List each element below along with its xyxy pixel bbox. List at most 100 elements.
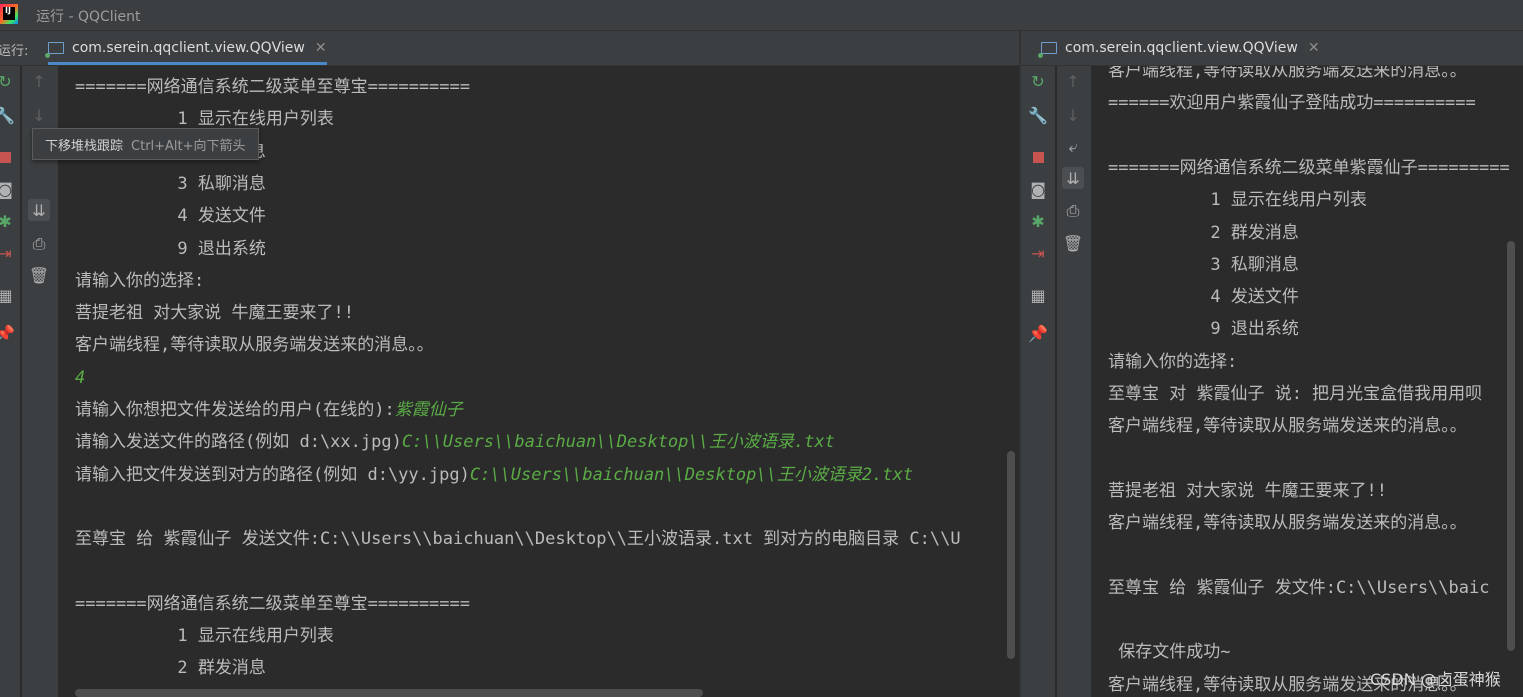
active-tab-indicator [48, 62, 327, 65]
console-line: 3 私聊消息 [75, 172, 266, 196]
up-arrow-icon[interactable]: ↑ [1062, 70, 1084, 92]
console-output-right[interactable]: 客户端线程,等待读取从服务端发送来的消息。。 ======欢迎用户紫霞仙子登陆成功… [1091, 66, 1523, 697]
pin-icon[interactable]: 📌 [0, 322, 16, 344]
user-input-text: C:\\Users\\baichuan\\Desktop\\王小波语录2.txt [469, 464, 914, 485]
camera-icon[interactable]: ◙ [1027, 178, 1049, 200]
user-input-text: 紫霞仙子 [394, 400, 463, 420]
console-line: 至尊宝 给 紫霞仙子 发文件:C:\\Users\\baic [1108, 576, 1489, 600]
user-input-text: 4 [75, 367, 86, 388]
console-line-text: 请输入你的选择: [75, 270, 205, 291]
run-tab-bar: com.serein.qqclient.view.QQView ✕ [1021, 31, 1523, 66]
stop-icon[interactable] [1027, 146, 1049, 168]
console-line-text: 2 群发消息 [75, 658, 266, 679]
settings-wrench-icon[interactable]: 🔧 [1027, 104, 1049, 126]
console-line: 9 退出系统 [75, 237, 266, 261]
stop-icon[interactable] [0, 146, 16, 168]
console-line: 菩提老祖 对大家说 牛魔王要来了!! [1108, 479, 1387, 503]
print-icon[interactable]: ⎙ [1062, 200, 1084, 222]
window-title: 运行 - QQClient [36, 9, 141, 25]
console-line-text: 1 显示在线用户列表 [75, 626, 334, 647]
console-line-text: 3 私聊消息 [75, 173, 266, 194]
console-line: 1 显示在线用户列表 [75, 624, 334, 648]
console-line: 客户端线程,等待读取从服务端发送来的消息。。 [1108, 511, 1467, 535]
console-line-text: 菩提老祖 对大家说 牛魔王要来了!! [1108, 480, 1387, 501]
close-tab-icon[interactable]: ✕ [1308, 40, 1320, 56]
scroll-to-end-icon[interactable]: ⇊ [1062, 167, 1084, 189]
run-tab-bar: 运行: com.serein.qqclient.view.QQView ✕ [0, 31, 1019, 66]
console-line-text: 请输入你想把文件发送给的用户(在线的): [75, 400, 395, 420]
console-line-text: 1 显示在线用户列表 [75, 109, 334, 130]
camera-icon[interactable]: ◙ [0, 178, 16, 200]
tab-label: com.serein.qqclient.view.QQView [1065, 40, 1298, 56]
console-line: 保存文件成功~ [1108, 640, 1230, 664]
print-icon[interactable]: ⎙ [28, 233, 50, 255]
console-line-text: ======欢迎用户紫霞仙子登陆成功========== [1108, 93, 1476, 114]
console-output-left[interactable]: =======网络通信系统二级菜单至尊宝========== 1 显示在线用户列… [58, 66, 1019, 697]
console-line-text: 请输入你的选择: [1108, 351, 1238, 372]
run-toolbar: ↻ 🔧 ◙ ✱ ⇥ ▦ 📌 [0, 66, 20, 697]
down-arrow-icon[interactable]: ↓ [1062, 104, 1084, 126]
settings-wrench-icon[interactable]: 🔧 [0, 104, 16, 126]
console-line: 2 群发消息 [1108, 221, 1299, 245]
console-line-text: 4 发送文件 [1108, 287, 1299, 308]
run-tab-qqview[interactable]: com.serein.qqclient.view.QQView ✕ [1038, 31, 1320, 65]
console-toolbar: ↑ ↓ ⇊ ⎙ 🗑 [22, 66, 58, 697]
layout-icon[interactable]: ▦ [0, 284, 16, 306]
login-exit-icon[interactable]: ⇥ [0, 242, 16, 264]
console-line-text: 菩提老祖 对大家说 牛魔王要来了!! [75, 303, 354, 324]
intellij-logo-icon: IJ [0, 4, 18, 24]
close-tab-icon[interactable]: ✕ [315, 40, 327, 56]
console-line-text: 9 退出系统 [75, 238, 266, 259]
run-label: 运行: [0, 44, 29, 59]
down-arrow-icon[interactable]: ↓ [28, 104, 50, 126]
rerun-icon[interactable]: ↻ [0, 70, 16, 92]
soft-wrap-icon[interactable]: ⤶ [1062, 136, 1084, 158]
pin-icon[interactable]: 📌 [1027, 322, 1049, 344]
scroll-to-end-icon[interactable]: ⇊ [28, 199, 50, 221]
console-line-text: 客户端线程,等待读取从服务端发送来的消息。。 [1108, 416, 1467, 437]
console-line-text: 请输入把文件发送到对方的路径(例如 d:\yy.jpg) [75, 464, 470, 485]
console-line: 客户端线程,等待读取从服务端发送来的消息。。 [1108, 414, 1467, 438]
console-line: 3 私聊消息 [1108, 253, 1298, 277]
console-line-text: 至尊宝 给 紫霞仙子 发送文件:C:\\Users\\baichuan\\Des… [75, 529, 961, 550]
console-line: 请输入你想把文件发送给的用户(在线的):紫霞仙子 [75, 398, 463, 422]
console-line-text: 1 显示在线用户列表 [1108, 190, 1367, 211]
trash-icon[interactable]: 🗑 [28, 264, 50, 286]
console-line-text: 客户端线程,等待读取从服务端发送来的消息。。 [75, 335, 434, 356]
tooltip-shortcut: Ctrl+Alt+向下箭头 [131, 138, 246, 154]
debug-bug-icon[interactable]: ✱ [1027, 210, 1049, 232]
run-tab-qqview[interactable]: com.serein.qqclient.view.QQView ✕ [45, 31, 327, 65]
console-line-text: 客户端线程,等待读取从服务端发送来的消息。。 [1108, 66, 1467, 81]
tooltip-label: 下移堆栈跟踪 [45, 138, 124, 154]
up-arrow-icon[interactable]: ↑ [28, 70, 50, 92]
debug-bug-icon[interactable]: ✱ [0, 210, 16, 232]
horizontal-scrollbar[interactable] [75, 689, 703, 697]
console-line: 请输入发送文件的路径(例如 d:\xx.jpg)C:\\Users\\baich… [75, 430, 835, 454]
layout-icon[interactable]: ▦ [1027, 284, 1049, 306]
vertical-scrollbar[interactable] [1507, 241, 1515, 651]
console-line: 菩提老祖 对大家说 牛魔王要来了!! [75, 301, 354, 325]
tab-label: com.serein.qqclient.view.QQView [72, 40, 305, 56]
vertical-scrollbar[interactable] [1007, 451, 1015, 659]
console-line-text: 9 退出系统 [1108, 319, 1299, 340]
console-toolbar: ↑ ↓ ⤶ ⇊ ⎙ 🗑 [1057, 66, 1091, 697]
console-line: =======网络通信系统二级菜单至尊宝========== [75, 75, 470, 99]
trash-icon[interactable]: 🗑 [1062, 232, 1084, 254]
console-line-text: =======网络通信系统二级菜单至尊宝========== [75, 593, 470, 614]
tooltip: 下移堆栈跟踪 Ctrl+Alt+向下箭头 [32, 128, 259, 160]
login-exit-icon[interactable]: ⇥ [1027, 242, 1049, 264]
console-line: 1 显示在线用户列表 [1108, 188, 1367, 212]
console-line: 至尊宝 给 紫霞仙子 发送文件:C:\\Users\\baichuan\\Des… [75, 527, 961, 551]
console-line-text: =======网络通信系统二级菜单至尊宝========== [75, 77, 470, 97]
console-line-text: =======网络通信系统二级菜单紫霞仙子========= [1108, 157, 1510, 178]
console-line-text: 保存文件成功~ [1108, 642, 1231, 663]
run-panel-right: com.serein.qqclient.view.QQView ✕ ↻ 🔧 ◙ … [1021, 31, 1523, 697]
title-bar: IJ 运行 - QQClient [0, 0, 1523, 31]
rerun-icon[interactable]: ↻ [1027, 70, 1049, 92]
console-line: 客户端线程,等待读取从服务端发送来的消息。。 [1108, 66, 1467, 83]
console-line-text: 请输入发送文件的路径(例如 d:\xx.jpg) [75, 432, 402, 453]
console-line: 2 群发消息 [75, 656, 266, 680]
watermark: CSDN @卤蛋神猴 [1370, 670, 1501, 689]
console-line-text: 至尊宝 对 紫霞仙子 说: 把月光宝盒借我用用呗 [1108, 384, 1483, 404]
console-line-text: 2 群发消息 [1108, 222, 1299, 243]
